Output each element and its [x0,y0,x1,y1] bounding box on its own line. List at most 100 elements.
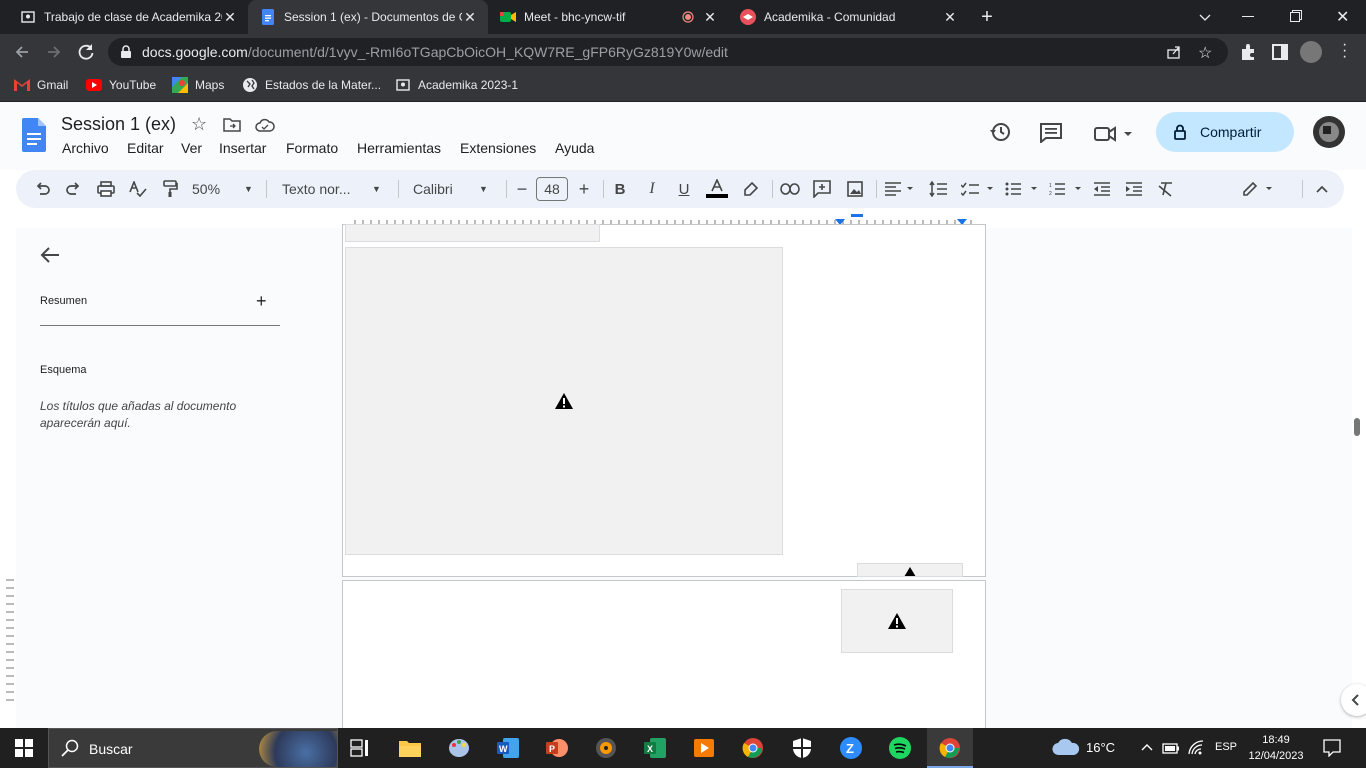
redo-icon[interactable] [64,170,84,208]
image-placeholder[interactable] [857,563,963,577]
battery-icon[interactable] [1162,741,1180,760]
tab-meet[interactable]: Meet - bhc-yncw-tif ✕ [488,0,728,34]
menu-editar[interactable]: Editar [127,140,164,156]
security-shield-icon[interactable] [790,736,814,760]
new-tab-button[interactable]: + [976,7,998,29]
reload-icon[interactable] [76,42,96,62]
star-icon[interactable]: ☆ [191,114,207,135]
scrollbar-thumb[interactable] [1354,418,1360,436]
spotify-icon[interactable] [888,736,912,760]
menu-herramientas[interactable]: Herramientas [357,140,441,156]
bulleted-list-icon[interactable] [1004,170,1042,208]
bookmark-estados[interactable]: Estados de la Mater... [242,70,381,100]
font-size-input[interactable]: 48 [536,170,568,208]
close-tab-icon[interactable]: ✕ [462,9,478,25]
decrease-font-size-button[interactable]: − [512,170,532,208]
italic-icon[interactable]: I [642,170,662,208]
language-indicator[interactable]: ESP [1215,741,1237,753]
menu-insertar[interactable]: Insertar [219,140,266,156]
tab-academika[interactable]: Academika - Comunidad ✕ [728,0,968,34]
weather-cloud-icon[interactable] [1052,738,1080,761]
vertical-ruler[interactable] [0,576,14,706]
menu-ayuda[interactable]: Ayuda [555,140,594,156]
editing-mode-icon[interactable] [1240,170,1280,208]
text-color-icon[interactable] [705,170,729,208]
excel-icon[interactable]: X [643,736,667,760]
insert-link-icon[interactable] [780,170,800,208]
back-icon[interactable] [12,42,32,62]
show-side-panel-button[interactable] [1341,684,1366,716]
minimize-icon[interactable] [1242,16,1254,17]
back-arrow-icon[interactable] [40,246,60,269]
chrome-profile-taskbar-button[interactable] [927,728,973,768]
docs-logo-icon[interactable] [22,118,46,152]
zoom-select[interactable]: 50% ▼ [192,170,256,208]
bookmark-academika[interactable]: Academika 2023-1 [395,70,518,100]
add-comment-icon[interactable] [812,170,832,208]
document-title[interactable]: Session 1 (ex) [61,114,176,135]
chevron-up-icon[interactable] [1140,740,1154,759]
address-bar[interactable]: docs.google.com/document/d/1vyv_-RmI6oTG… [108,38,1228,66]
task-view-icon[interactable] [348,736,372,760]
restore-icon[interactable] [1290,9,1302,22]
add-summary-button[interactable]: + [256,291,267,312]
notifications-icon[interactable] [1323,739,1341,762]
menu-archivo[interactable]: Archivo [62,140,109,156]
page[interactable] [342,224,986,577]
close-tab-icon[interactable]: ✕ [942,9,958,25]
menu-formato[interactable]: Formato [286,140,338,156]
media-player-icon[interactable] [594,736,618,760]
move-folder-icon[interactable] [223,118,241,137]
wifi-icon[interactable] [1188,740,1206,761]
chrome-icon[interactable] [741,736,765,760]
clock[interactable]: 18:49 12/04/2023 [1245,732,1307,764]
close-tab-icon[interactable]: ✕ [222,9,238,25]
close-window-icon[interactable]: ✕ [1336,7,1349,27]
history-icon[interactable] [989,121,1011,148]
page[interactable] [342,580,986,740]
extensions-icon[interactable] [1240,43,1256,61]
highlight-icon[interactable] [741,170,761,208]
spellcheck-icon[interactable] [128,170,148,208]
checklist-icon[interactable] [960,170,998,208]
paint-app-icon[interactable] [447,736,471,760]
meet-call-icon[interactable] [1094,126,1136,147]
weather-temp[interactable]: 16°C [1086,740,1115,755]
menu-ver[interactable]: Ver [181,140,202,156]
tab-classroom[interactable]: Trabajo de clase de Academika 2023-1 ✕ [8,0,248,34]
windows-start-icon[interactable] [12,736,36,760]
bookmark-star-icon[interactable]: ☆ [1198,43,1212,63]
user-avatar[interactable] [1313,116,1345,148]
menu-extensiones[interactable]: Extensiones [460,140,536,156]
font-select[interactable]: Calibri ▼ [413,170,493,208]
side-panel-icon[interactable] [1272,44,1288,60]
image-placeholder[interactable] [345,247,783,555]
image-placeholder[interactable] [841,589,953,653]
zoom-app-icon[interactable]: Z [839,736,863,760]
comments-icon[interactable] [1040,123,1062,148]
collapse-menus-icon[interactable] [1312,170,1332,208]
decrease-indent-icon[interactable] [1092,170,1112,208]
increase-font-size-button[interactable]: + [574,170,594,208]
paint-format-icon[interactable] [160,170,180,208]
bookmark-maps[interactable]: Maps [172,70,224,100]
numbered-list-icon[interactable]: 12 [1048,170,1086,208]
paragraph-style-select[interactable]: Texto nor... ▼ [282,170,386,208]
word-icon[interactable]: W [496,736,520,760]
tab-search-icon[interactable] [1196,8,1214,26]
bold-icon[interactable]: B [610,170,630,208]
undo-icon[interactable] [32,170,52,208]
cloud-status-icon[interactable] [255,118,275,137]
video-editor-icon[interactable] [692,736,716,760]
bookmark-gmail[interactable]: Gmail [14,70,68,100]
share-page-icon[interactable] [1166,44,1182,63]
bookmark-youtube[interactable]: YouTube [86,70,156,100]
align-icon[interactable] [884,170,918,208]
underline-icon[interactable]: U [674,170,694,208]
share-button[interactable]: Compartir [1156,112,1294,152]
line-spacing-icon[interactable] [928,170,948,208]
file-explorer-icon[interactable] [398,736,422,760]
profile-avatar[interactable] [1300,41,1322,63]
forward-icon[interactable] [44,42,64,62]
print-icon[interactable] [96,170,116,208]
